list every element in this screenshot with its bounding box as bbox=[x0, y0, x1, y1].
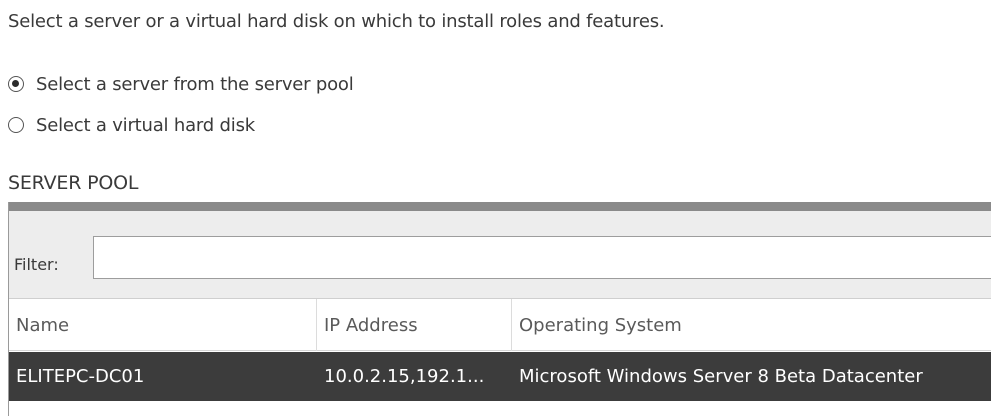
server-ip-cell: 10.0.2.15,192.1... bbox=[324, 366, 485, 387]
filter-label: Filter: bbox=[14, 255, 59, 274]
radio-virtual-hard-disk-option[interactable]: Select a virtual hard disk bbox=[8, 113, 255, 137]
radio-virtual-hard-disk-label: Select a virtual hard disk bbox=[36, 114, 255, 136]
filter-bar: Filter: bbox=[9, 211, 991, 299]
column-header-ip-address[interactable]: IP Address bbox=[316, 299, 511, 351]
server-name-cell: ELITEPC-DC01 bbox=[16, 366, 145, 387]
table-row[interactable]: ELITEPC-DC01 10.0.2.15,192.1... Microsof… bbox=[9, 352, 991, 401]
server-pool-header-bar bbox=[9, 202, 991, 211]
filter-input[interactable] bbox=[93, 236, 991, 279]
server-pool-title: SERVER POOL bbox=[8, 172, 139, 194]
radio-button-checked[interactable] bbox=[8, 76, 24, 92]
server-os-cell: Microsoft Windows Server 8 Beta Datacent… bbox=[519, 366, 923, 387]
server-pool-panel: Filter: Name IP Address Operating System… bbox=[8, 202, 991, 416]
radio-button-unchecked[interactable] bbox=[8, 117, 24, 133]
instruction-text: Select a server or a virtual hard disk o… bbox=[8, 11, 665, 32]
server-table-header: Name IP Address Operating System bbox=[9, 299, 991, 351]
column-header-name[interactable]: Name bbox=[9, 299, 309, 351]
column-header-operating-system[interactable]: Operating System bbox=[511, 299, 991, 351]
radio-server-pool-option[interactable]: Select a server from the server pool bbox=[8, 72, 354, 96]
radio-server-pool-label: Select a server from the server pool bbox=[36, 73, 354, 95]
